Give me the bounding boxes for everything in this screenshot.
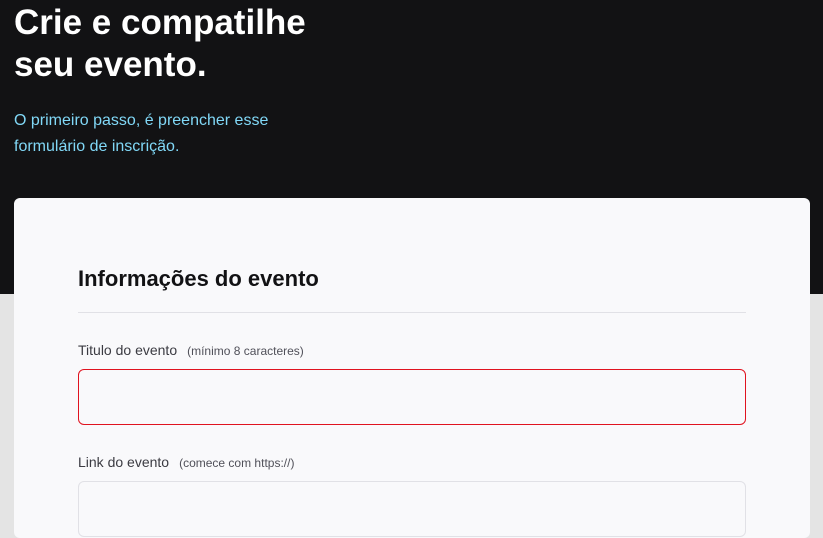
event-link-hint: (comece com https://) (179, 456, 295, 470)
hero-title: Crie e compatilhe seu evento. (14, 3, 306, 84)
event-title-hint: (mínimo 8 caracteres) (187, 344, 304, 358)
section-divider (78, 312, 746, 313)
event-form-card: Informações do evento Titulo do evento (m… (14, 198, 810, 538)
event-link-label: Link do evento (comece com https://) (78, 453, 294, 472)
event-link-input[interactable] (78, 481, 746, 537)
event-title-label-text: Titulo do evento (78, 342, 178, 358)
event-title-input[interactable] (78, 369, 746, 425)
hero-subtitle: O primeiro passo, é preencher esse formu… (14, 112, 269, 155)
event-link-label-text: Link do evento (78, 454, 170, 470)
section-title: Informações do evento (78, 266, 319, 291)
event-title-label: Titulo do evento (mínimo 8 caracteres) (78, 341, 304, 360)
